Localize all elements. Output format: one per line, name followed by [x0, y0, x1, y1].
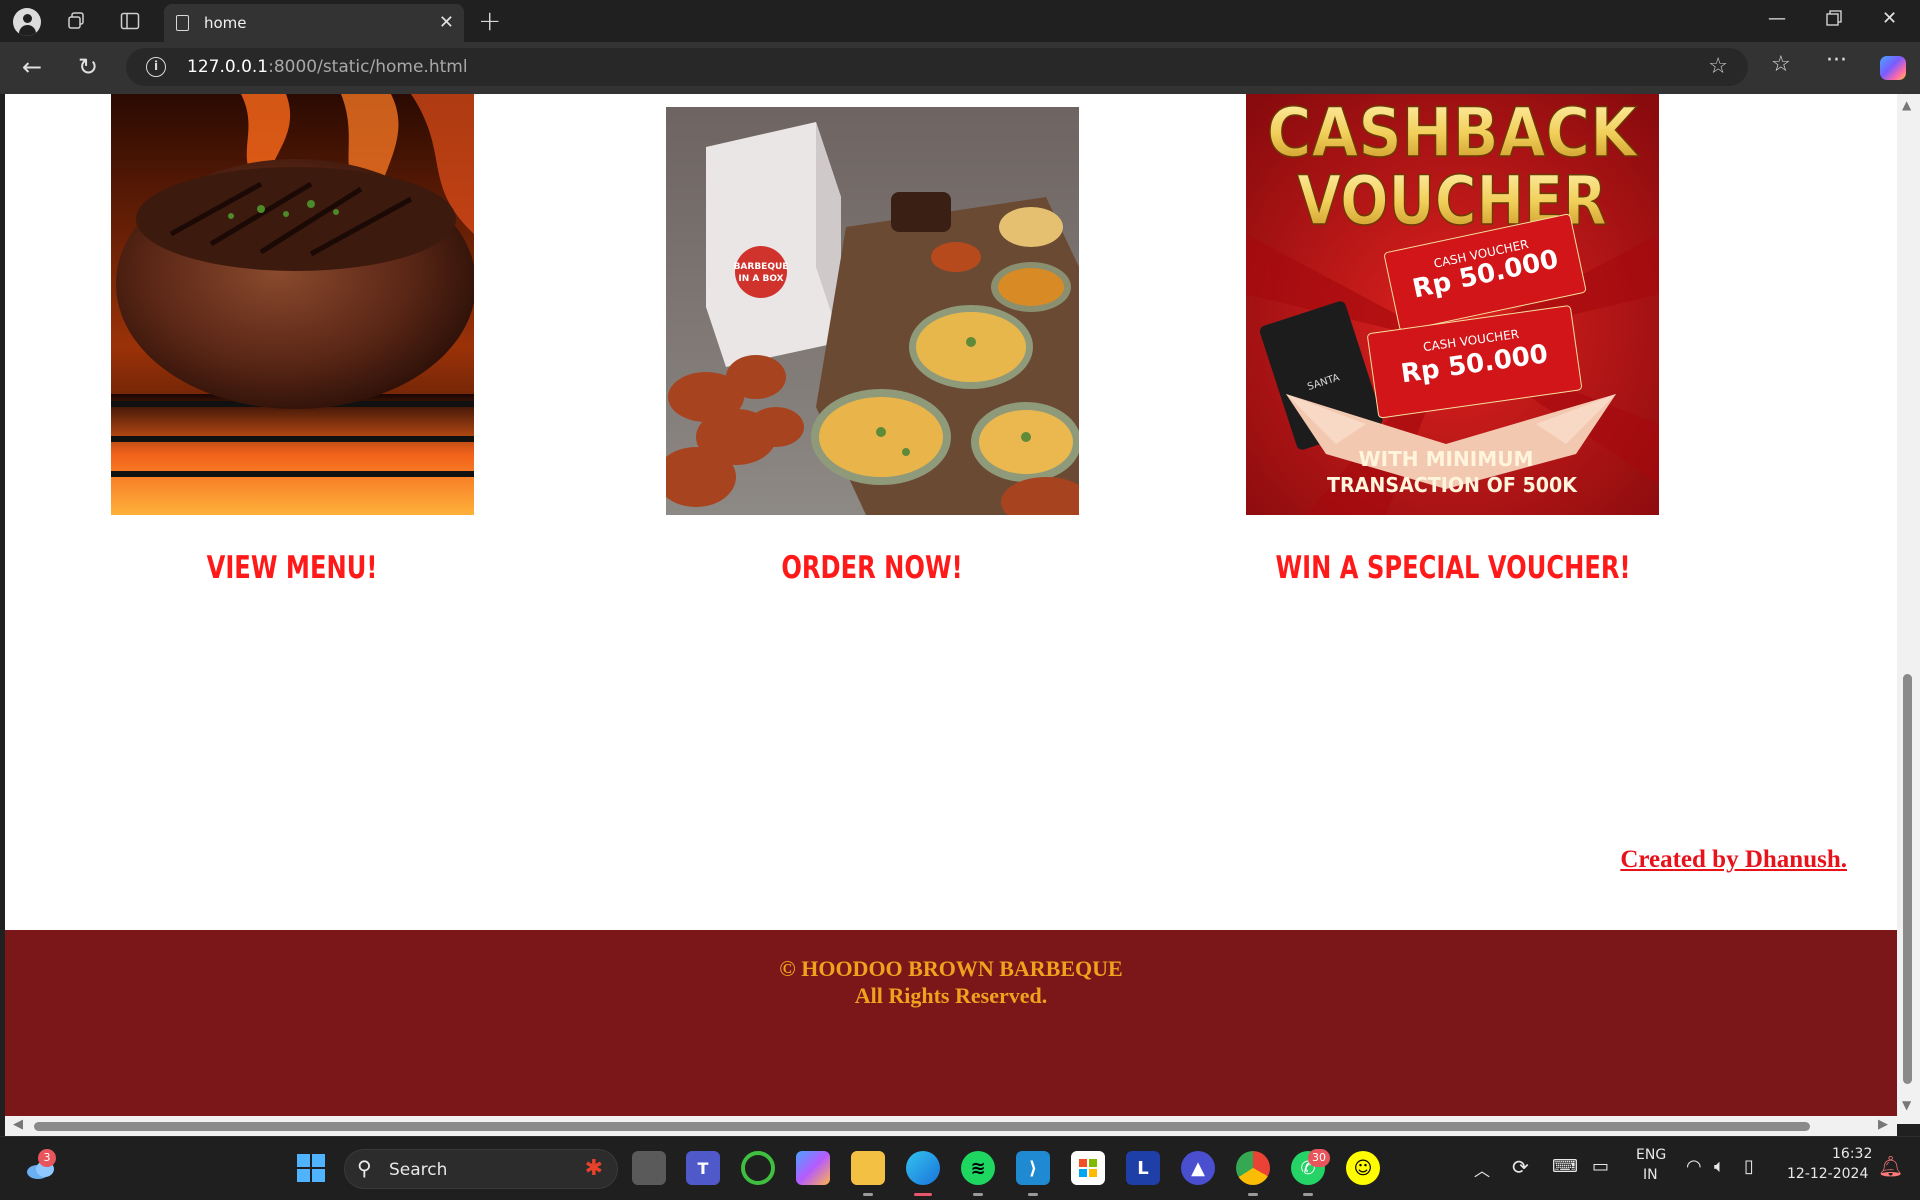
vertical-scroll-thumb[interactable]: [1903, 674, 1912, 1084]
clock-date[interactable]: 12-12-2024: [1787, 1166, 1868, 1182]
order-now-link[interactable]: ORDER NOW!: [755, 550, 989, 586]
taskbar-search-placeholder: Search: [389, 1160, 448, 1180]
cashback-voucher-image[interactable]: CASHBACK VOUCHER SANTA CASH VOUCHER Rp 5…: [1246, 94, 1659, 515]
spotify-icon[interactable]: ≋: [961, 1151, 995, 1185]
svg-text:IN A BOX: IN A BOX: [738, 274, 783, 284]
tab-home[interactable]: home ✕: [164, 4, 464, 42]
poster-bottom-2: TRANSACTION OF 500K: [1327, 473, 1578, 497]
keyboard-icon[interactable]: ⌨: [1552, 1156, 1578, 1177]
browser-toolbar: ← ↻ i 127.0.0.1:8000/static/home.html ☆ …: [0, 42, 1920, 94]
file-explorer-icon[interactable]: [851, 1151, 885, 1185]
taskbar-search[interactable]: ⚲ Search ✱: [344, 1149, 618, 1189]
whatsapp-badge: 30: [1308, 1149, 1330, 1167]
tab-title: home: [204, 14, 247, 32]
edge-icon[interactable]: [906, 1151, 940, 1185]
tab-bar: home ✕ + — ✕: [0, 0, 1920, 42]
chrome-indicator: [1248, 1193, 1258, 1196]
workspaces-icon[interactable]: [60, 6, 92, 36]
credit-link[interactable]: Created by Dhanush.: [1620, 846, 1847, 874]
volume-icon[interactable]: 🔈︎: [1714, 1156, 1725, 1177]
language-region[interactable]: IN: [1643, 1167, 1658, 1183]
box-label-text: BARBEQUE: [734, 262, 789, 272]
copilot-app-icon[interactable]: [796, 1151, 830, 1185]
favorites-icon[interactable]: ☆: [1771, 52, 1791, 77]
scroll-up-icon[interactable]: ▲: [1902, 98, 1911, 112]
barbeque-box-image[interactable]: BARBEQUE IN A BOX: [666, 107, 1079, 515]
show-hidden-icons[interactable]: ︿: [1474, 1157, 1490, 1181]
web-page: BARBEQUE IN A BOX CASHBACK VOUCHER SANTA…: [5, 94, 1897, 1124]
taskbar: 3 ⚲ Search ✱ T ≋ ⟩ L ▲ ✆ 30 ☺ ︿ ⟳ ⌨ ▭ EN…: [0, 1136, 1920, 1200]
sync-status-icon[interactable]: ⟳: [1512, 1155, 1529, 1179]
url-text[interactable]: 127.0.0.1:8000/static/home.html: [187, 57, 468, 77]
profile-icon[interactable]: [13, 8, 41, 36]
close-window-icon[interactable]: ✕: [1882, 8, 1897, 29]
vertical-scrollbar[interactable]: ▲ ▼: [1897, 94, 1920, 1124]
site-info-icon[interactable]: i: [146, 57, 166, 77]
vertical-tabs-icon[interactable]: [114, 6, 146, 36]
sync-app-icon[interactable]: [741, 1151, 775, 1185]
footer: © HOODOO BROWN BARBEQUE All Rights Reser…: [5, 930, 1897, 1124]
teams-icon[interactable]: T: [686, 1151, 720, 1185]
poster-bottom-1: WITH MINIMUM: [1359, 447, 1534, 471]
new-tab-icon[interactable]: +: [478, 4, 501, 37]
search-highlight-icon: ✱: [584, 1156, 603, 1181]
view-menu-link[interactable]: VIEW MENU!: [175, 550, 409, 586]
more-options-icon[interactable]: ···: [1826, 48, 1847, 73]
wifi-icon[interactable]: ◠: [1686, 1156, 1702, 1177]
footer-copyright: © HOODOO BROWN BARBEQUE: [779, 956, 1123, 981]
minimize-icon[interactable]: —: [1768, 8, 1786, 29]
notification-bell-icon[interactable]: 🔔︎: [1878, 1154, 1903, 1178]
vscode-icon[interactable]: ⟩: [1016, 1151, 1050, 1185]
whatsapp-indicator: [1303, 1193, 1313, 1196]
restore-icon[interactable]: [1826, 10, 1842, 31]
vscode-indicator: [1028, 1193, 1038, 1196]
edge-indicator: [914, 1193, 932, 1196]
refresh-icon[interactable]: ↻: [78, 53, 98, 81]
lang-code: ENG: [1636, 1147, 1667, 1163]
display-icon[interactable]: ▭: [1592, 1156, 1609, 1177]
scroll-down-icon[interactable]: ▼: [1902, 1098, 1911, 1112]
win-voucher-link[interactable]: WIN A SPECIAL VOUCHER!: [1258, 550, 1648, 586]
steak-image[interactable]: [111, 94, 474, 515]
arc-app-icon[interactable]: ▲: [1181, 1151, 1215, 1185]
horizontal-scrollbar[interactable]: ◀ ▶: [5, 1116, 1897, 1136]
store-icon[interactable]: [1071, 1151, 1105, 1185]
favorite-star-icon[interactable]: ☆: [1708, 54, 1728, 79]
horizontal-scroll-thumb[interactable]: [34, 1122, 1810, 1131]
search-icon: ⚲: [357, 1156, 372, 1180]
address-bar[interactable]: i 127.0.0.1:8000/static/home.html ☆: [126, 48, 1748, 86]
chrome-icon[interactable]: [1236, 1151, 1270, 1185]
copilot-icon[interactable]: [1880, 56, 1906, 80]
explorer-indicator: [863, 1193, 873, 1196]
start-windows-icon[interactable]: [294, 1151, 328, 1185]
scroll-right-icon[interactable]: ▶: [1878, 1117, 1888, 1132]
spotify-indicator: [973, 1193, 983, 1196]
close-tab-icon[interactable]: ✕: [439, 12, 454, 33]
scroll-left-icon[interactable]: ◀: [13, 1117, 23, 1132]
footer-rights: All Rights Reserved.: [854, 983, 1048, 1008]
language-ime[interactable]: ENG: [1636, 1147, 1666, 1163]
weather-badge: 3: [38, 1149, 56, 1167]
snapchat-icon[interactable]: ☺: [1346, 1151, 1380, 1185]
l-app-icon[interactable]: L: [1126, 1151, 1160, 1185]
battery-icon[interactable]: ▯: [1744, 1156, 1754, 1177]
page-icon: [176, 15, 189, 31]
clock-time[interactable]: 16:32: [1832, 1146, 1872, 1162]
task-view-icon[interactable]: [632, 1151, 666, 1185]
back-icon[interactable]: ←: [22, 53, 42, 81]
